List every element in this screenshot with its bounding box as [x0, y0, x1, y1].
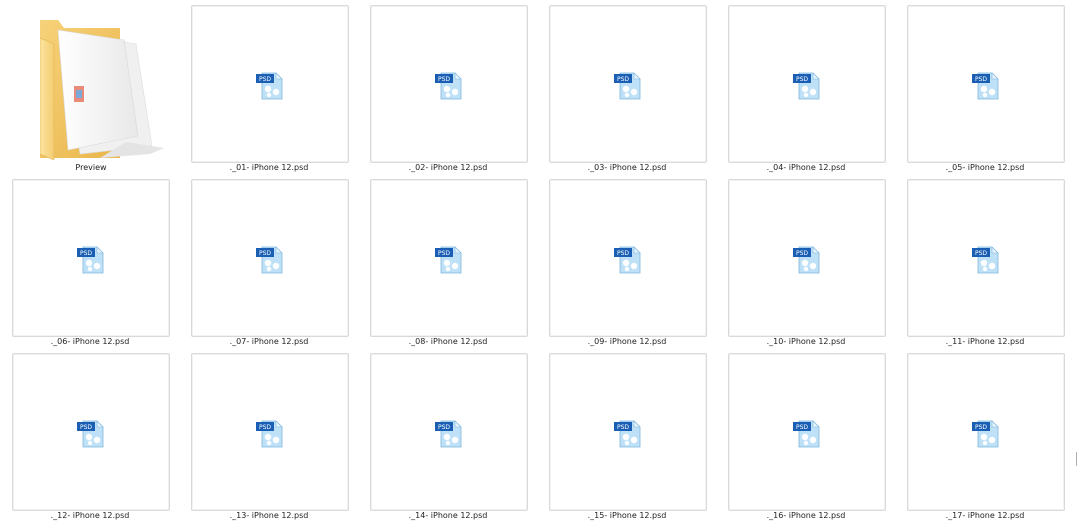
psd-file-icon: PSD: [614, 420, 641, 448]
psd-file-icon: PSD: [435, 246, 462, 274]
file-item[interactable]: PSD ._10- iPhone 12.psd: [727, 174, 899, 348]
file-item[interactable]: PSD ._07- iPhone 12.psd: [190, 174, 362, 348]
file-name-label: ._17- iPhone 12.psd: [945, 511, 1025, 520]
file-name-label: ._02- iPhone 12.psd: [408, 163, 488, 172]
file-thumbnail: PSD: [191, 179, 349, 337]
file-name-label: ._16- iPhone 12.psd: [766, 511, 846, 520]
file-name-label: ._12- iPhone 12.psd: [50, 511, 130, 520]
file-thumbnail: PSD: [12, 179, 170, 337]
file-thumbnail: PSD: [907, 353, 1065, 511]
file-thumbnail: PSD: [370, 179, 528, 337]
psd-badge-text: PSD: [259, 424, 271, 431]
file-grid: Preview PSD ._01- iPhone 12.psd PSD ._02…: [0, 0, 1080, 524]
psd-file-icon: PSD: [256, 420, 283, 448]
file-name-label: ._13- iPhone 12.psd: [229, 511, 309, 520]
psd-badge-text: PSD: [975, 250, 987, 257]
psd-badge-text: PSD: [259, 76, 271, 83]
psd-badge-text: PSD: [80, 250, 92, 257]
file-name-label: ._08- iPhone 12.psd: [408, 337, 488, 346]
file-name-label: ._05- iPhone 12.psd: [945, 163, 1025, 172]
psd-file-icon: PSD: [972, 420, 999, 448]
psd-file-icon: PSD: [614, 72, 641, 100]
file-item[interactable]: PSD ._13- iPhone 12.psd: [190, 348, 362, 522]
psd-badge-text: PSD: [975, 76, 987, 83]
file-item[interactable]: PSD ._15- iPhone 12.psd: [548, 348, 720, 522]
file-item[interactable]: PSD ._01- iPhone 12.psd: [190, 0, 362, 174]
file-thumbnail: PSD: [12, 353, 170, 511]
file-thumbnail: PSD: [728, 179, 886, 337]
psd-badge-text: PSD: [796, 250, 808, 257]
psd-badge-text: PSD: [259, 250, 271, 257]
scroll-edge-marker: [1076, 452, 1080, 466]
file-item[interactable]: PSD ._06- iPhone 12.psd: [11, 174, 183, 348]
psd-file-icon: PSD: [793, 420, 820, 448]
file-item[interactable]: PSD ._03- iPhone 12.psd: [548, 0, 720, 174]
file-thumbnail: PSD: [370, 353, 528, 511]
psd-badge-text: PSD: [438, 424, 450, 431]
psd-file-icon: PSD: [256, 72, 283, 100]
psd-badge-text: PSD: [617, 76, 629, 83]
psd-badge-text: PSD: [617, 424, 629, 431]
file-thumbnail: PSD: [907, 5, 1065, 163]
file-item[interactable]: PSD ._02- iPhone 12.psd: [369, 0, 541, 174]
file-name-label: ._06- iPhone 12.psd: [50, 337, 130, 346]
psd-file-icon: PSD: [77, 246, 104, 274]
file-item[interactable]: PSD ._17- iPhone 12.psd: [906, 348, 1078, 522]
file-name-label: ._11- iPhone 12.psd: [945, 337, 1025, 346]
psd-badge-text: PSD: [796, 424, 808, 431]
file-item[interactable]: PSD ._16- iPhone 12.psd: [727, 348, 899, 522]
file-name-label: ._03- iPhone 12.psd: [587, 163, 667, 172]
psd-badge-text: PSD: [975, 424, 987, 431]
file-thumbnail: PSD: [370, 5, 528, 163]
file-name-label: ._10- iPhone 12.psd: [766, 337, 846, 346]
file-thumbnail: PSD: [728, 353, 886, 511]
file-name-label: ._09- iPhone 12.psd: [587, 337, 667, 346]
folder-item-preview[interactable]: Preview: [12, 0, 184, 174]
file-thumbnail: PSD: [549, 5, 707, 163]
file-name-label: ._14- iPhone 12.psd: [408, 511, 488, 520]
psd-badge-text: PSD: [617, 250, 629, 257]
file-thumbnail: PSD: [728, 5, 886, 163]
psd-file-icon: PSD: [435, 420, 462, 448]
file-thumbnail: PSD: [191, 5, 349, 163]
file-name-label: ._07- iPhone 12.psd: [229, 337, 309, 346]
file-thumbnail: PSD: [191, 353, 349, 511]
psd-badge-text: PSD: [80, 424, 92, 431]
psd-file-icon: PSD: [972, 246, 999, 274]
psd-file-icon: PSD: [972, 72, 999, 100]
file-name-label: ._01- iPhone 12.psd: [229, 163, 309, 172]
psd-file-icon: PSD: [793, 72, 820, 100]
folder-name-label: Preview: [75, 163, 107, 172]
file-thumbnail: PSD: [907, 179, 1065, 337]
file-item[interactable]: PSD ._04- iPhone 12.psd: [727, 0, 899, 174]
file-item[interactable]: PSD ._09- iPhone 12.psd: [548, 174, 720, 348]
psd-badge-text: PSD: [796, 76, 808, 83]
psd-file-icon: PSD: [256, 246, 283, 274]
psd-badge-text: PSD: [438, 76, 450, 83]
file-thumbnail: PSD: [549, 179, 707, 337]
file-item[interactable]: PSD ._14- iPhone 12.psd: [369, 348, 541, 522]
file-thumbnail: PSD: [549, 353, 707, 511]
file-item[interactable]: PSD ._12- iPhone 12.psd: [11, 348, 183, 522]
psd-file-icon: PSD: [435, 72, 462, 100]
folder-icon: [40, 20, 164, 160]
file-item[interactable]: PSD ._08- iPhone 12.psd: [369, 174, 541, 348]
file-item[interactable]: PSD ._11- iPhone 12.psd: [906, 174, 1078, 348]
file-item[interactable]: PSD ._05- iPhone 12.psd: [906, 0, 1078, 174]
psd-file-icon: PSD: [614, 246, 641, 274]
file-name-label: ._04- iPhone 12.psd: [766, 163, 846, 172]
psd-badge-text: PSD: [438, 250, 450, 257]
psd-file-icon: PSD: [793, 246, 820, 274]
file-name-label: ._15- iPhone 12.psd: [587, 511, 667, 520]
psd-file-icon: PSD: [77, 420, 104, 448]
